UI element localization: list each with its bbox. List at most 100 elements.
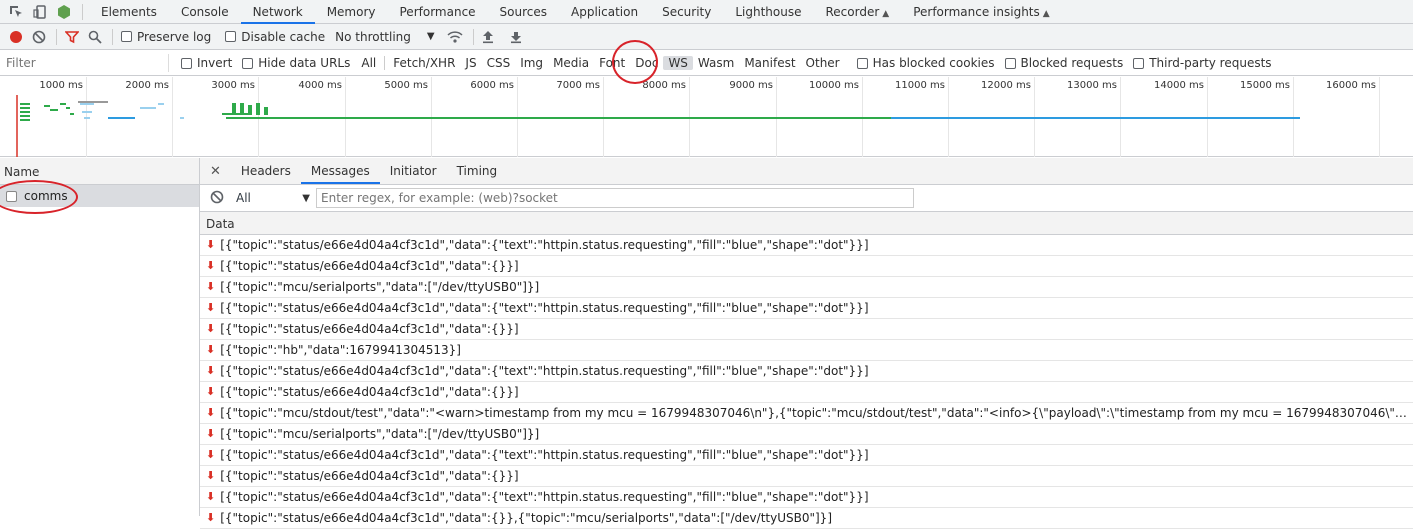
received-arrow-icon: ⬇ — [206, 469, 216, 482]
type-filter-all[interactable]: All — [356, 56, 381, 70]
import-har-button[interactable] — [482, 30, 494, 44]
select-element-icon[interactable] — [8, 4, 24, 20]
message-type-select[interactable]: All ▼ — [236, 191, 310, 205]
checkbox-box[interactable] — [225, 31, 237, 42]
tab-sources[interactable]: Sources — [488, 0, 559, 24]
tab-elements[interactable]: Elements — [89, 0, 169, 24]
detail-tab-bar: ✕ Headers Messages Initiator Timing — [200, 158, 1413, 185]
message-type-value: All — [236, 191, 251, 205]
tab-recorder[interactable]: Recorder ▲ — [814, 0, 902, 24]
received-arrow-icon: ⬇ — [206, 259, 216, 272]
tab-security[interactable]: Security — [650, 0, 723, 24]
tab-network[interactable]: Network — [240, 0, 315, 24]
message-row[interactable]: ⬇ [{"topic":"mcu/serialports","data":["/d… — [200, 424, 1413, 445]
type-filter-manifest[interactable]: Manifest — [739, 56, 800, 70]
blocked-requests-checkbox[interactable]: Blocked requests — [1004, 56, 1123, 70]
tab-label: Performance insights — [913, 4, 1040, 19]
type-filter-js[interactable]: JS — [460, 56, 481, 70]
tab-application[interactable]: Application — [559, 0, 650, 24]
preserve-log-checkbox[interactable]: Preserve log — [121, 30, 211, 44]
message-data: [{"topic":"hb","data":1679941304513}] — [220, 343, 461, 357]
message-row[interactable]: ⬇ [{"topic":"status/e66e4d04a4cf3c1d","da… — [200, 445, 1413, 466]
disable-cache-checkbox[interactable]: Disable cache — [225, 30, 325, 44]
upload-icon — [482, 30, 493, 43]
search-button[interactable] — [88, 30, 102, 44]
network-overview-timeline[interactable]: 1000 ms 2000 ms 3000 ms 4000 ms 5000 ms 6000 … — [0, 77, 1413, 157]
message-row[interactable]: ⬇ [{"topic":"mcu/serialports","data":["/d… — [200, 277, 1413, 298]
clear-messages-button[interactable] — [210, 190, 224, 207]
type-filter-other[interactable]: Other — [801, 56, 845, 70]
type-filter-media[interactable]: Media — [548, 56, 594, 70]
request-bars-mid — [222, 103, 268, 115]
type-filter-wasm[interactable]: Wasm — [693, 56, 739, 70]
checkbox-box[interactable] — [1133, 57, 1145, 69]
checkbox-box[interactable] — [181, 57, 192, 69]
tab-performance-insights[interactable]: Performance insights ▲ — [901, 0, 1061, 24]
message-row[interactable]: ⬇ [{"topic":"hb","data":1679941304513}] — [200, 340, 1413, 361]
network-conditions-button[interactable] — [447, 30, 463, 44]
message-data: [{"topic":"status/e66e4d04a4cf3c1d","dat… — [220, 490, 869, 504]
tab-console[interactable]: Console — [169, 0, 241, 24]
tab-label: Memory — [326, 4, 376, 19]
tab-headers[interactable]: Headers — [231, 158, 301, 184]
tab-initiator[interactable]: Initiator — [380, 158, 447, 184]
dropdown-arrow-icon: ▼ — [426, 31, 435, 42]
message-row[interactable]: ⬇ [{"topic":"mcu/stdout/test","data":"<wa… — [200, 403, 1413, 424]
request-bar-blue — [108, 117, 135, 119]
message-row[interactable]: ⬇ [{"topic":"status/e66e4d04a4cf3c1d","da… — [200, 361, 1413, 382]
received-arrow-icon: ⬇ — [206, 511, 216, 524]
regex-filter-input[interactable] — [316, 188, 914, 208]
filter-bar: Invert Hide data URLs All Fetch/XHRJSCSSI… — [0, 51, 1413, 76]
checkbox-box[interactable] — [1004, 57, 1016, 69]
message-row[interactable]: ⬇ [{"topic":"status/e66e4d04a4cf3c1d","da… — [200, 298, 1413, 319]
message-row[interactable]: ⬇ [{"topic":"status/e66e4d04a4cf3c1d","da… — [200, 508, 1413, 529]
tab-timing[interactable]: Timing — [447, 158, 508, 184]
tab-memory[interactable]: Memory — [315, 0, 388, 24]
request-bars-early — [20, 103, 74, 121]
tab-performance[interactable]: Performance — [388, 0, 488, 24]
message-row[interactable]: ⬇ [{"topic":"status/e66e4d04a4cf3c1d","da… — [200, 487, 1413, 508]
has-blocked-cookies-checkbox[interactable]: Has blocked cookies — [856, 56, 995, 70]
type-filter-css[interactable]: CSS — [482, 56, 516, 70]
clear-button[interactable] — [32, 30, 46, 44]
message-row[interactable]: ⬇ [{"topic":"status/e66e4d04a4cf3c1d","da… — [200, 466, 1413, 487]
tab-lighthouse[interactable]: Lighthouse — [723, 0, 813, 24]
message-row[interactable]: ⬇ [{"topic":"status/e66e4d04a4cf3c1d","da… — [200, 256, 1413, 277]
nodejs-icon[interactable] — [56, 4, 72, 20]
throttling-select[interactable]: No throttling ▼ — [335, 30, 434, 44]
message-row[interactable]: ⬇ [{"topic":"status/e66e4d04a4cf3c1d","da… — [200, 319, 1413, 340]
checkbox-box[interactable] — [121, 31, 132, 42]
hide-data-urls-checkbox[interactable]: Hide data URLs — [242, 56, 350, 70]
checkbox-box[interactable] — [242, 57, 254, 69]
invert-checkbox[interactable]: Invert — [181, 56, 232, 70]
message-row[interactable]: ⬇ [{"topic":"status/e66e4d04a4cf3c1d","da… — [200, 235, 1413, 256]
disable-cache-label: Disable cache — [241, 29, 326, 44]
tab-label: Recorder — [825, 4, 880, 19]
type-filter-fetchxhr[interactable]: Fetch/XHR — [388, 56, 460, 70]
type-filter-img[interactable]: Img — [515, 56, 548, 70]
third-party-requests-checkbox[interactable]: Third-party requests — [1133, 56, 1272, 70]
message-row[interactable]: ⬇ [{"topic":"status/e66e4d04a4cf3c1d","da… — [200, 382, 1413, 403]
export-har-button[interactable] — [510, 30, 522, 44]
filter-toggle-button[interactable] — [65, 30, 79, 44]
received-arrow-icon: ⬇ — [206, 322, 216, 335]
record-button[interactable] — [9, 30, 23, 44]
messages-filter-bar: All ▼ — [200, 185, 1413, 212]
received-arrow-icon: ⬇ — [206, 490, 216, 503]
message-data: [{"topic":"mcu/stdout/test","data":"<war… — [220, 406, 1410, 420]
wifi-settings-icon — [447, 30, 463, 43]
received-arrow-icon: ⬇ — [206, 364, 216, 377]
invert-label: Invert — [197, 56, 233, 70]
device-toolbar-icon[interactable] — [32, 4, 48, 20]
type-filter-ws[interactable]: WS — [663, 56, 693, 70]
tab-label: Elements — [101, 4, 157, 19]
dropdown-arrow-icon: ▼ — [302, 192, 310, 204]
filter-input[interactable] — [4, 54, 169, 72]
message-data: [{"topic":"status/e66e4d04a4cf3c1d","dat… — [220, 469, 519, 483]
close-icon[interactable]: ✕ — [200, 164, 231, 179]
checkbox-box[interactable] — [856, 57, 868, 69]
tab-messages[interactable]: Messages — [300, 158, 380, 184]
preserve-log-label: Preserve log — [137, 29, 212, 44]
data-column-header[interactable]: Data — [200, 212, 1413, 235]
network-toolbar: Preserve log Disable cache No throttling… — [0, 24, 1413, 50]
